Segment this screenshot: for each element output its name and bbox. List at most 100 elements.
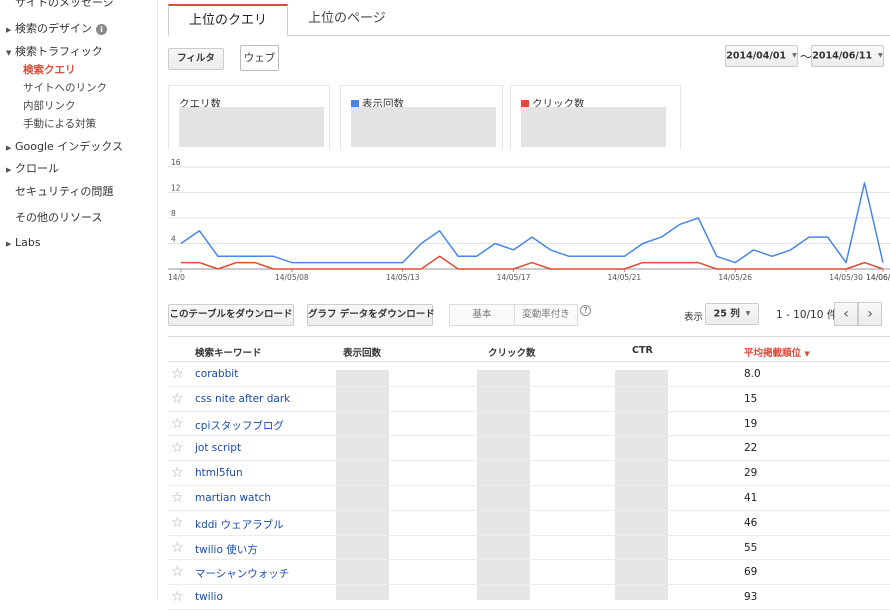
sidebar-item-security[interactable]: セキュリティの問題 xyxy=(15,183,113,199)
tab-top-pages[interactable]: 上位のページ xyxy=(288,4,406,36)
sidebar-item-links-to-site[interactable]: サイトへのリンク xyxy=(23,80,107,95)
sidebar-item-label: 検索トラフィック xyxy=(15,45,103,58)
x-tick-label: 14/05/17 xyxy=(497,273,531,282)
filter-button[interactable]: フィルタ xyxy=(168,48,224,70)
rows-per-page-label: 表示 xyxy=(684,312,704,323)
sidebar-item-google-index[interactable]: ▶ Google インデックス xyxy=(6,138,123,154)
end-date-value: 2014/06/11 xyxy=(812,50,873,62)
column-header-keyword[interactable]: 検索キーワード xyxy=(195,345,262,359)
prev-page-button[interactable]: ‹ xyxy=(834,302,858,326)
sidebar-item-search-queries[interactable]: 検索クエリ xyxy=(23,62,76,77)
avg-position-value: 46 xyxy=(744,516,758,529)
download-chart-data-button[interactable]: グラフ データをダウンロード xyxy=(307,304,435,326)
sidebar-item-other-resources[interactable]: その他のリソース xyxy=(15,209,102,225)
chevron-left-icon: ‹ xyxy=(843,306,849,322)
table-header: 検索キーワード 表示回数 クリック数 CTR 平均掲載順位 ▼ xyxy=(168,336,890,362)
y-tick-label: 12 xyxy=(171,184,181,193)
sidebar-item-label: 検索のデザイン xyxy=(15,22,92,35)
expand-arrow-icon: ▶ xyxy=(6,144,12,152)
start-date-picker[interactable]: 2014/04/01 ▼ xyxy=(725,45,798,67)
query-table-body: ☆ corabbit 8.0 ☆ css nite after dark 15 ☆ cpiスタ… xyxy=(168,362,890,610)
tab-bar: 上位のクエリ 上位のページ xyxy=(168,4,890,36)
expand-arrow-icon: ▶ xyxy=(6,166,12,174)
star-icon[interactable]: ☆ xyxy=(171,564,184,580)
rows-per-page-select[interactable]: 25 列 ▼ xyxy=(705,303,759,325)
tab-top-queries[interactable]: 上位のクエリ xyxy=(168,4,289,36)
y-tick-label: 8 xyxy=(171,209,176,218)
sidebar-item-labs[interactable]: ▶ Labs xyxy=(6,236,41,249)
info-icon[interactable]: i xyxy=(96,23,107,35)
web-filter-toggle[interactable]: ウェブ xyxy=(240,45,279,71)
column-header-impressions[interactable]: 表示回数 xyxy=(343,345,381,359)
impressions-stat-value xyxy=(351,107,496,147)
table-row: ☆ corabbit 8.0 xyxy=(168,362,890,387)
star-icon[interactable]: ☆ xyxy=(171,490,184,506)
change-rate-view-toggle[interactable]: 変動率付き xyxy=(514,304,578,326)
column-header-ctr[interactable]: CTR xyxy=(632,345,653,356)
sidebar-item-internal-links[interactable]: 内部リンク xyxy=(23,98,76,113)
sidebar-item-label: Google インデックス xyxy=(15,140,123,153)
help-icon[interactable]: ? xyxy=(580,305,591,316)
collapse-arrow-icon: ▼ xyxy=(6,49,12,57)
table-row: ☆ css nite after dark 15 xyxy=(168,387,890,412)
star-icon[interactable]: ☆ xyxy=(171,416,184,432)
star-icon[interactable]: ☆ xyxy=(171,465,184,481)
keyword-link[interactable]: jot script xyxy=(195,442,241,454)
impressions-stat[interactable]: 表示回数 xyxy=(340,85,503,150)
y-tick-label: 4 xyxy=(171,235,176,244)
table-row: ☆ cpiスタッフブログ 19 xyxy=(168,412,890,437)
column-header-label: 平均掲載順位 xyxy=(744,348,802,359)
keyword-link[interactable]: twilio xyxy=(195,591,223,603)
avg-position-value: 22 xyxy=(744,442,758,455)
avg-position-value: 8.0 xyxy=(744,368,761,380)
avg-position-value: 29 xyxy=(744,467,758,480)
end-date-picker[interactable]: 2014/06/11 ▼ xyxy=(811,45,884,67)
star-icon[interactable]: ☆ xyxy=(171,540,184,556)
main-content: 上位のクエリ 上位のページ フィルタ ウェブ 2014/04/01 ▼ 〜 201… xyxy=(158,0,890,610)
traffic-chart: 16 12 8 4 14/0 14/05/08 14/05/13 14/05/17 14/05/… xyxy=(168,158,890,283)
start-date-value: 2014/04/01 xyxy=(726,50,787,62)
sidebar-item-search-design[interactable]: ▶ 検索のデザイン i xyxy=(6,20,107,36)
keyword-link[interactable]: corabbit xyxy=(195,368,238,380)
x-tick-label: 14/05/21 xyxy=(608,273,642,282)
download-table-button[interactable]: このテーブルをダウンロード xyxy=(168,304,294,326)
sidebar-item-search-traffic[interactable]: ▼ 検索トラフィック xyxy=(6,43,103,59)
dropdown-arrow-icon: ▼ xyxy=(878,52,883,59)
clicks-stat[interactable]: クリック数 xyxy=(510,85,681,150)
sidebar-item-messages[interactable]: サイトのメッセージ xyxy=(15,0,114,10)
keyword-link[interactable]: css nite after dark xyxy=(195,393,290,405)
column-header-avg-position[interactable]: 平均掲載順位 ▼ xyxy=(744,345,810,359)
x-tick-label: 14/06/08 xyxy=(866,273,890,282)
keyword-link[interactable]: martian watch xyxy=(195,492,271,504)
next-page-button[interactable]: › xyxy=(858,302,882,326)
expand-arrow-icon: ▶ xyxy=(6,26,12,34)
keyword-link[interactable]: html5fun xyxy=(195,467,243,479)
keyword-link[interactable]: twilio 使い方 xyxy=(195,542,258,557)
keyword-link[interactable]: マーシャンウォッチ xyxy=(195,566,289,581)
avg-position-value: 93 xyxy=(744,591,758,604)
traffic-chart-svg: 16 12 8 4 14/0 14/05/08 14/05/13 14/05/17 14/05/… xyxy=(168,158,890,282)
keyword-link[interactable]: kddi ウェアラブル xyxy=(195,517,284,532)
rows-per-page-value: 25 列 xyxy=(713,308,740,320)
star-icon[interactable]: ☆ xyxy=(171,589,184,605)
dropdown-arrow-icon: ▼ xyxy=(745,310,751,317)
avg-position-value: 55 xyxy=(744,541,758,554)
clicks-series-line xyxy=(181,255,884,270)
sidebar-item-manual-actions[interactable]: 手動による対策 xyxy=(23,116,96,131)
star-icon[interactable]: ☆ xyxy=(171,440,184,456)
sidebar-item-label: クロール xyxy=(15,162,59,175)
clicks-stat-value xyxy=(521,107,666,147)
avg-position-value: 19 xyxy=(744,417,758,430)
queries-stat[interactable]: クエリ数 xyxy=(168,85,330,150)
sidebar-item-crawl[interactable]: ▶ クロール xyxy=(6,160,59,176)
table-row: ☆ マーシャンウォッチ 69 xyxy=(168,560,890,586)
table-row: ☆ kddi ウェアラブル 46 xyxy=(168,511,890,536)
basic-view-toggle[interactable]: 基本 xyxy=(449,304,515,326)
star-icon[interactable]: ☆ xyxy=(171,515,184,531)
impressions-series-line xyxy=(180,182,884,264)
star-icon[interactable]: ☆ xyxy=(171,391,184,407)
y-tick-label: 16 xyxy=(171,158,181,167)
keyword-link[interactable]: cpiスタッフブログ xyxy=(195,418,284,433)
star-icon[interactable]: ☆ xyxy=(171,366,184,382)
column-header-clicks[interactable]: クリック数 xyxy=(488,345,536,359)
